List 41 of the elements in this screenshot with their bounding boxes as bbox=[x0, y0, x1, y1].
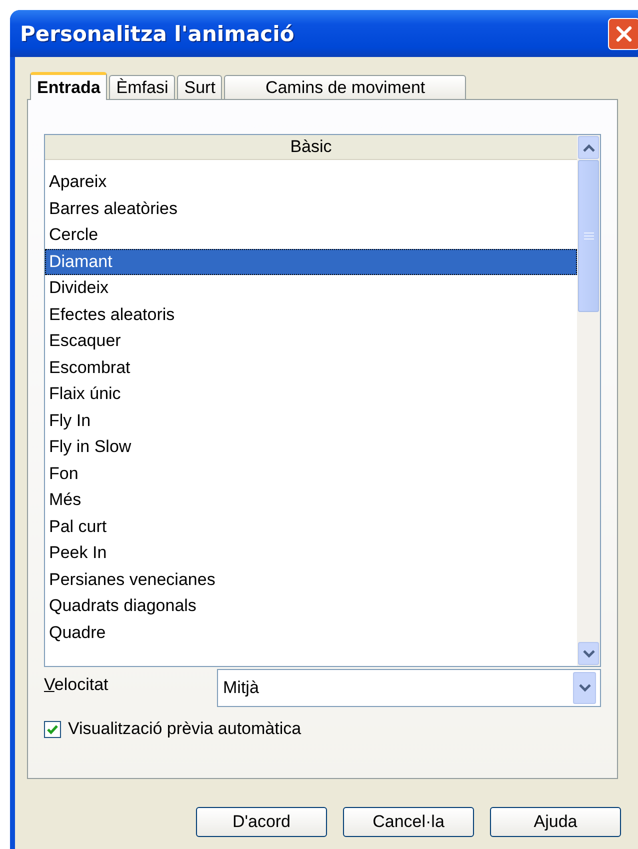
dialog-button[interactable]: D'acord bbox=[196, 807, 327, 837]
list-item[interactable]: Pal curt bbox=[45, 514, 577, 540]
window-title: Personalitza l'animació bbox=[20, 22, 294, 46]
tab[interactable]: Surt bbox=[177, 75, 222, 99]
speed-dropdown[interactable]: Mitjà bbox=[217, 669, 601, 707]
list-item[interactable]: Quadrats diagonals bbox=[45, 593, 577, 620]
list-item[interactable]: Apareix bbox=[45, 169, 577, 196]
dialog-button[interactable]: Cancel·la bbox=[343, 807, 474, 837]
list-item[interactable]: Fon bbox=[45, 460, 577, 487]
list-item[interactable]: Efectes aleatoris bbox=[45, 302, 577, 328]
list-item[interactable]: Flaix únic bbox=[45, 381, 577, 408]
column-header[interactable]: Bàsic bbox=[45, 135, 577, 160]
scroll-thumb[interactable] bbox=[578, 160, 599, 312]
list-item[interactable]: Divideix bbox=[45, 275, 577, 302]
checkbox[interactable] bbox=[44, 720, 61, 738]
close-button[interactable] bbox=[608, 18, 638, 50]
scroll-up-button[interactable] bbox=[578, 136, 599, 159]
chevron-down-icon bbox=[582, 650, 594, 658]
checkbox-label[interactable]: Visualització prèvia automàtica bbox=[68, 719, 302, 739]
dialog-button[interactable]: Ajuda bbox=[490, 807, 621, 837]
scrollbar[interactable] bbox=[577, 135, 600, 666]
tab[interactable]: Camins de moviment bbox=[224, 75, 466, 99]
list-item[interactable]: Fly In bbox=[45, 408, 577, 434]
list-item[interactable]: Més bbox=[45, 487, 577, 514]
chevron-down-icon bbox=[578, 684, 590, 692]
scroll-down-button[interactable] bbox=[578, 642, 599, 665]
grip-icon bbox=[584, 232, 594, 240]
list-item[interactable]: Diamant bbox=[45, 248, 577, 275]
list-item[interactable]: Escombrat bbox=[45, 354, 577, 381]
list-item[interactable]: Fly in Slow bbox=[45, 434, 577, 460]
list-item[interactable]: Escaquer bbox=[45, 328, 577, 354]
chevron-up-icon bbox=[582, 144, 594, 152]
effects-list[interactable]: Bàsic Apareix Barres aleatòries Cercle Diamant Divideix Efectes aleatoris Escaquer Escombrat Flaix únic Fly In Fly in Slow Fon Més Pal curt Peek In Persianes venecianes Quadrats diagonals Quadre bbox=[44, 134, 601, 667]
list-item[interactable]: Cercle bbox=[45, 222, 577, 248]
speed-label: Velocitat bbox=[44, 674, 110, 695]
tab[interactable]: Entrada bbox=[30, 72, 108, 100]
list-item[interactable]: Peek In bbox=[45, 540, 577, 566]
tab[interactable]: Èmfasi bbox=[109, 75, 176, 99]
list-item[interactable]: Quadre bbox=[45, 620, 577, 646]
list-item[interactable]: Persianes venecianes bbox=[45, 566, 577, 593]
list-item[interactable]: Barres aleatòries bbox=[45, 196, 577, 222]
